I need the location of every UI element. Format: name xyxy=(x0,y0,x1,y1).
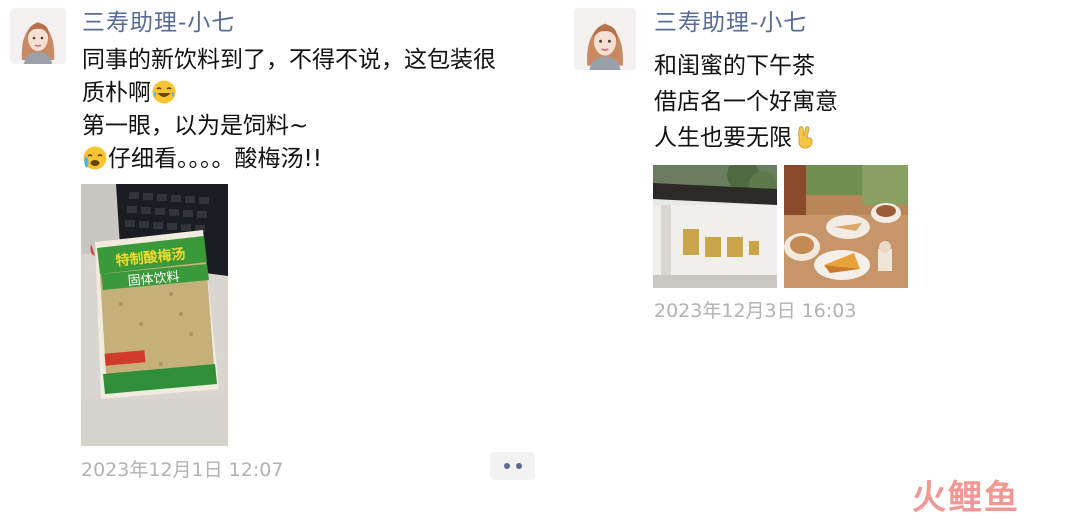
post-text-line: 人生也要无限 xyxy=(654,120,1080,156)
post-text-segment: 质朴啊 xyxy=(82,80,151,106)
post-text-line: 借店名一个好寓意 xyxy=(654,84,1080,120)
post-text-line: 和闺蜜的下午茶 xyxy=(654,48,1080,84)
photo-storefront xyxy=(653,165,777,288)
post-text-segment: 和闺蜜的下午茶 xyxy=(654,53,815,79)
crying-icon xyxy=(82,145,108,171)
post-text-line: 仔细看。。。。酸梅汤!! xyxy=(82,143,542,176)
watermark-part: 火 xyxy=(912,478,948,518)
avatar[interactable] xyxy=(574,8,636,70)
post-timestamp: 2023年12月1日 12:07 xyxy=(81,459,284,481)
post-photo[interactable] xyxy=(784,165,908,288)
more-dot-icon xyxy=(515,463,522,469)
author-name[interactable]: 三寿助理-小七 xyxy=(654,8,807,38)
post-photo[interactable]: 特制酸梅汤 固体饮料 xyxy=(81,184,228,446)
post-text-line: 第一眼，以为是饲料~ xyxy=(82,110,542,143)
watermark-part: 鲤鱼 xyxy=(948,478,1020,518)
post-text-line: 同事的新饮料到了，不得不说，这包装很 xyxy=(82,44,542,77)
author-name[interactable]: 三寿助理-小七 xyxy=(82,8,235,38)
post-timestamp: 2023年12月3日 16:03 xyxy=(654,300,857,322)
avatar-illustration xyxy=(574,8,636,70)
avatar-illustration xyxy=(10,8,66,64)
post-text: 和闺蜜的下午茶 借店名一个好寓意 人生也要无限 xyxy=(654,48,1080,156)
moment-post-2: 三寿助理-小七 和闺蜜的下午茶 借店名一个好寓意 人生也要无限 2023年12月… xyxy=(570,0,1080,518)
comment-menu-button[interactable] xyxy=(490,452,535,480)
photo-afternoon-tea xyxy=(784,165,908,288)
post-text-line: 质朴啊 xyxy=(82,77,542,110)
post-text-segment: 仔细看。。。。酸梅汤!! xyxy=(108,146,322,172)
post-text-segment: 人生也要无限 xyxy=(654,125,792,151)
post-text: 同事的新饮料到了，不得不说，这包装很 质朴啊 第一眼，以为是饲料~ 仔细看。。。… xyxy=(82,44,542,176)
photo-drink-package: 特制酸梅汤 固体饮料 xyxy=(81,184,228,446)
watermark-logo: 火鲤鱼 xyxy=(912,470,1020,519)
post-text-segment: 同事的新饮料到了，不得不说，这包装很 xyxy=(82,47,496,73)
more-dot-icon xyxy=(503,463,510,469)
laughing-tears-icon xyxy=(151,79,177,105)
moment-post-1: 三寿助理-小七 同事的新饮料到了，不得不说，这包装很 质朴啊 第一眼，以为是饲料… xyxy=(0,0,545,518)
avatar[interactable] xyxy=(10,8,66,64)
post-text-segment: 第一眼，以为是饲料~ xyxy=(82,113,309,139)
post-photo[interactable] xyxy=(653,165,777,288)
post-text-segment: 借店名一个好寓意 xyxy=(654,89,838,115)
victory-hand-icon xyxy=(792,124,818,150)
